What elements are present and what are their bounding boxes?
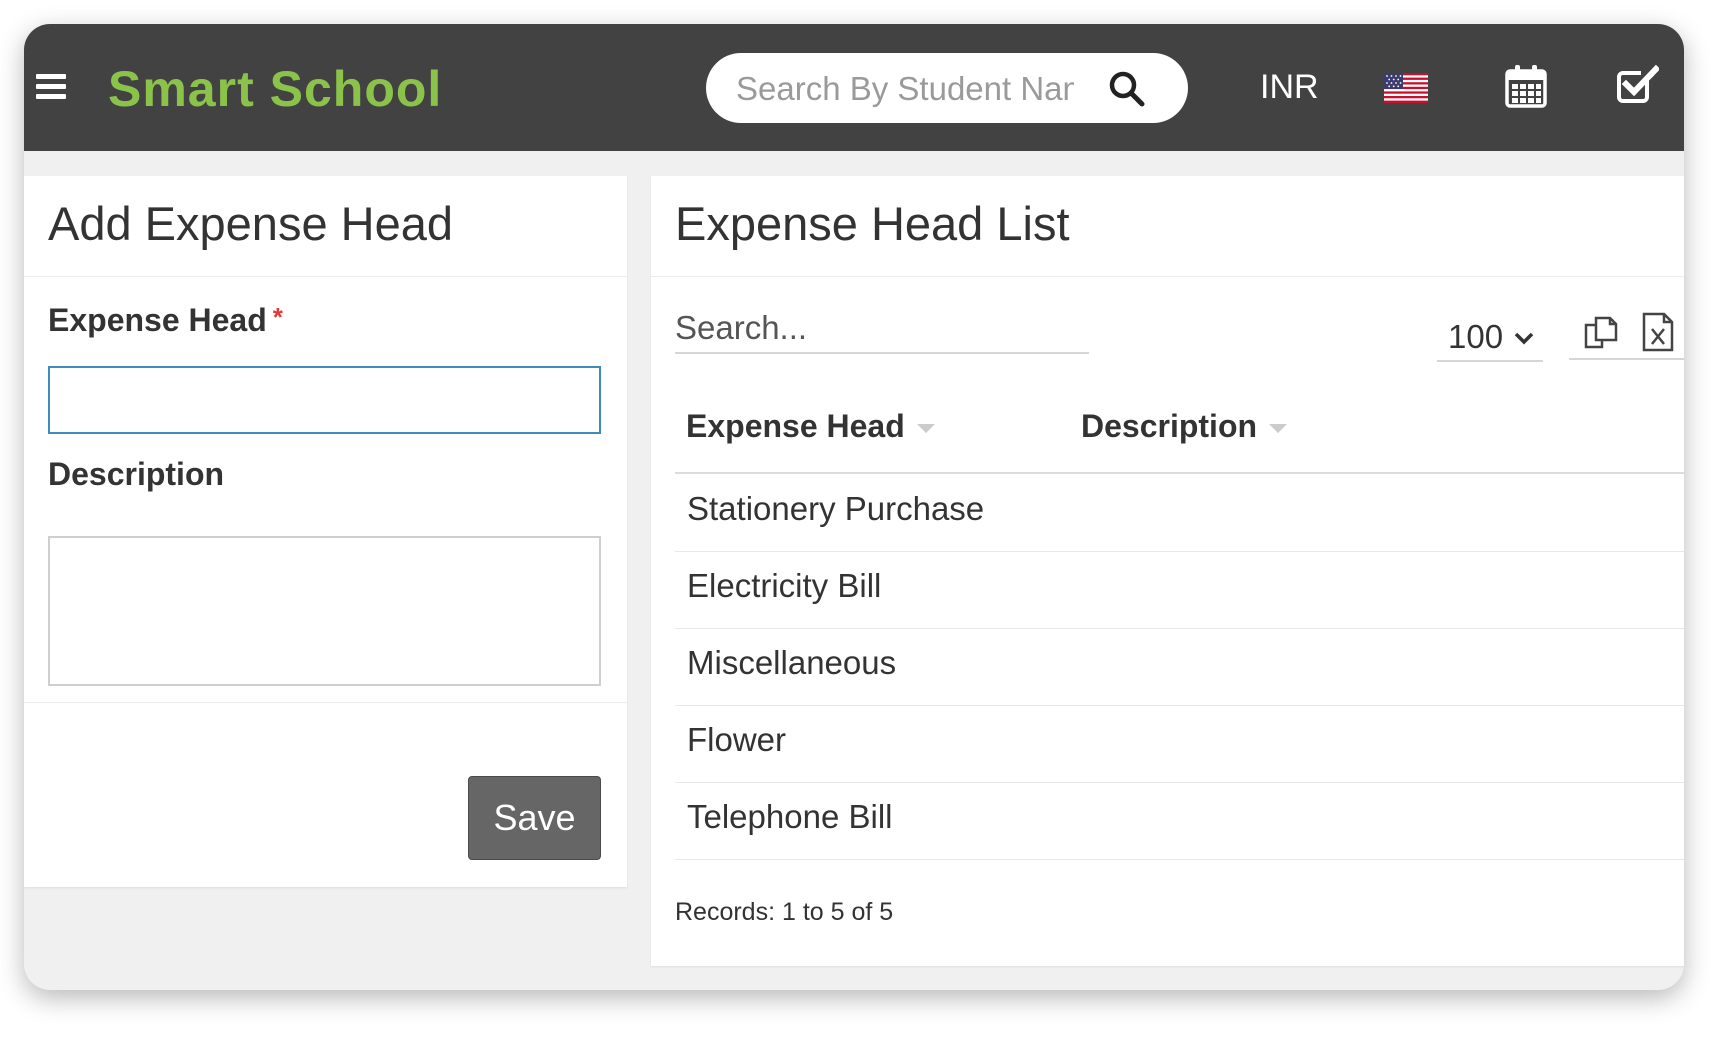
list-search-input[interactable] bbox=[675, 304, 1089, 354]
column-header-description-label: Description bbox=[1081, 408, 1258, 444]
add-expense-head-panel: Add Expense Head Expense Head * Descripti… bbox=[24, 176, 627, 887]
expense-head-cell: Electricity Bill bbox=[687, 567, 882, 604]
excel-export-icon[interactable] bbox=[1642, 312, 1674, 352]
export-tools-underline bbox=[1569, 358, 1684, 360]
calendar-icon[interactable] bbox=[1505, 64, 1547, 108]
panel-header-divider bbox=[24, 276, 627, 277]
records-count: Records: 1 to 5 of 5 bbox=[675, 898, 894, 926]
app-window: Smart School INR bbox=[24, 24, 1684, 990]
expense-head-label: Expense Head * bbox=[48, 302, 283, 339]
copy-icon[interactable] bbox=[1582, 314, 1620, 352]
expense-head-cell: Miscellaneous bbox=[687, 644, 897, 681]
expense-head-input[interactable] bbox=[48, 366, 601, 434]
expense-head-list-title: Expense Head List bbox=[675, 197, 1070, 250]
chevron-down-icon bbox=[1514, 332, 1534, 345]
brand-logo-text[interactable]: Smart School bbox=[108, 60, 442, 118]
expense-head-cell: Flower bbox=[687, 721, 787, 758]
us-flag-icon[interactable] bbox=[1384, 73, 1428, 103]
currency-selector[interactable]: INR bbox=[1260, 68, 1319, 107]
table-row: Electricity Bill bbox=[675, 551, 1684, 629]
panel-footer-divider bbox=[24, 702, 627, 703]
list-header-divider bbox=[651, 276, 1684, 277]
description-textarea[interactable] bbox=[48, 536, 601, 686]
top-navbar: Smart School INR bbox=[24, 24, 1684, 151]
sort-caret-icon bbox=[1269, 424, 1288, 434]
search-icon[interactable] bbox=[1108, 70, 1146, 108]
task-checkbox-icon[interactable] bbox=[1615, 64, 1659, 106]
column-header-expense-head-label: Expense Head bbox=[686, 408, 905, 444]
expense-head-cell: Telephone Bill bbox=[687, 798, 893, 835]
table-row: Miscellaneous bbox=[675, 628, 1684, 706]
table-row: Stationery Purchase bbox=[675, 474, 1684, 552]
save-button[interactable]: Save bbox=[468, 776, 601, 860]
menu-icon[interactable] bbox=[36, 74, 66, 100]
table-row: Flower bbox=[675, 705, 1684, 783]
sort-caret-icon bbox=[916, 424, 935, 434]
column-header-description[interactable]: Description bbox=[1081, 408, 1288, 445]
expense-head-cell: Stationery Purchase bbox=[687, 490, 985, 527]
add-expense-head-title: Add Expense Head bbox=[48, 197, 454, 250]
expense-head-list-panel: Expense Head List 100 Expense Head Descr… bbox=[651, 176, 1684, 966]
column-header-expense-head[interactable]: Expense Head bbox=[686, 408, 935, 445]
description-label: Description bbox=[48, 456, 225, 492]
page-size-select[interactable]: 100 bbox=[1437, 312, 1543, 362]
page-size-value: 100 bbox=[1448, 318, 1504, 355]
required-asterisk: * bbox=[272, 302, 283, 332]
student-search-box bbox=[706, 53, 1188, 123]
table-row: Telephone Bill bbox=[675, 782, 1684, 860]
expense-head-label-text: Expense Head bbox=[48, 302, 267, 338]
student-search-input[interactable] bbox=[734, 65, 1076, 113]
